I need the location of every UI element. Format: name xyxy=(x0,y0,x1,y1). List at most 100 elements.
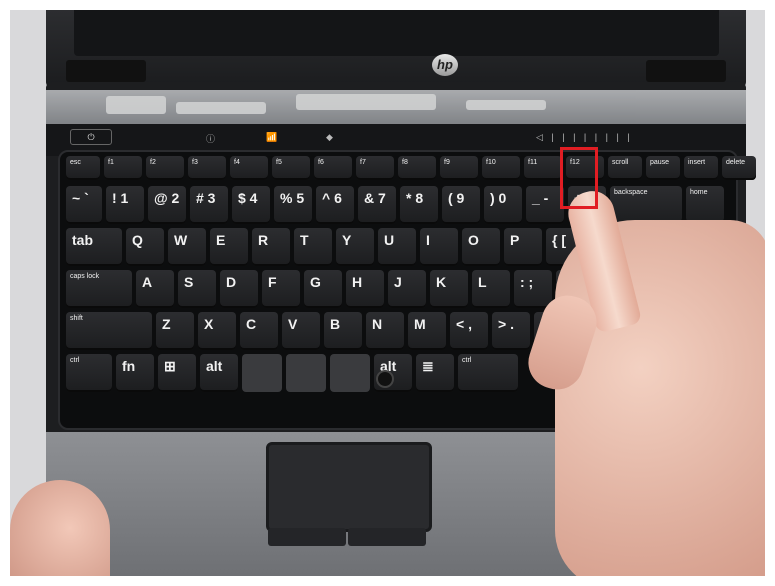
key-home[interactable]: caps lock xyxy=(66,270,132,308)
key-qwerty[interactable]: Q xyxy=(126,228,164,266)
key-label: ~ ` xyxy=(72,190,89,206)
key-bottom[interactable] xyxy=(286,354,326,392)
key-number[interactable]: ~ ` xyxy=(66,186,102,224)
key-shift[interactable]: M xyxy=(408,312,446,350)
key-bottom[interactable]: ctrl xyxy=(66,354,112,392)
key-qwerty[interactable]: E xyxy=(210,228,248,266)
key-qwerty[interactable]: T xyxy=(294,228,332,266)
right-hinge xyxy=(646,60,726,82)
key-label: L xyxy=(478,274,487,290)
key-bottom[interactable]: ⊞ xyxy=(158,354,196,392)
key-qwerty[interactable]: O xyxy=(462,228,500,266)
key-number[interactable]: # 3 xyxy=(190,186,228,224)
key-function[interactable]: delete xyxy=(722,156,756,180)
key-function[interactable]: insert xyxy=(684,156,718,180)
key-shift[interactable]: shift xyxy=(66,312,152,350)
key-label: X xyxy=(204,316,214,332)
key-label: f8 xyxy=(402,159,408,166)
touchpad[interactable] xyxy=(266,442,432,532)
key-shift[interactable]: Z xyxy=(156,312,194,350)
key-function[interactable]: f1 xyxy=(104,156,142,180)
key-shift[interactable]: X xyxy=(198,312,236,350)
key-home[interactable]: J xyxy=(388,270,426,308)
key-shift[interactable]: < , xyxy=(450,312,488,350)
tape-residue xyxy=(176,102,266,114)
key-number[interactable]: ) 0 xyxy=(484,186,522,224)
key-number[interactable]: % 5 xyxy=(274,186,312,224)
key-function[interactable]: f10 xyxy=(482,156,520,180)
key-bottom[interactable]: ctrl xyxy=(458,354,518,392)
key-qwerty[interactable]: tab xyxy=(66,228,122,266)
key-number[interactable]: ^ 6 xyxy=(316,186,354,224)
key-number[interactable]: & 7 xyxy=(358,186,396,224)
key-home[interactable]: L xyxy=(472,270,510,308)
key-function[interactable]: f5 xyxy=(272,156,310,180)
key-function[interactable]: f3 xyxy=(188,156,226,180)
key-shift[interactable]: V xyxy=(282,312,320,350)
key-bottom[interactable]: alt xyxy=(200,354,238,392)
key-qwerty[interactable]: R xyxy=(252,228,290,266)
key-home[interactable]: D xyxy=(220,270,258,308)
key-bottom[interactable]: ≣ xyxy=(416,354,454,392)
presentation-icon: ◆ xyxy=(326,132,333,142)
key-function[interactable]: f2 xyxy=(146,156,184,180)
left-click-button[interactable] xyxy=(268,528,346,546)
key-function[interactable]: f4 xyxy=(230,156,268,180)
key-home[interactable]: K xyxy=(430,270,468,308)
key-qwerty[interactable]: I xyxy=(420,228,458,266)
key-function[interactable]: f11 xyxy=(524,156,562,180)
key-function[interactable]: f8 xyxy=(398,156,436,180)
key-label: P xyxy=(510,232,520,248)
key-function[interactable]: f6 xyxy=(314,156,352,180)
key-qwerty[interactable]: P xyxy=(504,228,542,266)
key-label: # 3 xyxy=(196,190,216,206)
right-click-button[interactable] xyxy=(348,528,426,546)
key-shift[interactable]: B xyxy=(324,312,362,350)
key-function[interactable]: esc xyxy=(66,156,100,180)
key-shift[interactable]: > . xyxy=(492,312,530,350)
key-number[interactable]: home xyxy=(686,186,724,224)
key-home[interactable]: H xyxy=(346,270,384,308)
key-qwerty[interactable]: U xyxy=(378,228,416,266)
key-qwerty[interactable]: Y xyxy=(336,228,374,266)
key-label: ^ 6 xyxy=(322,190,342,206)
power-button[interactable]: ⏻ xyxy=(70,129,112,145)
key-label: W xyxy=(174,232,188,248)
key-bottom[interactable] xyxy=(242,354,282,392)
key-function[interactable]: scroll xyxy=(608,156,642,180)
key-shift[interactable]: N xyxy=(366,312,404,350)
key-function[interactable]: f9 xyxy=(440,156,478,180)
key-label: f5 xyxy=(276,159,282,166)
key-label: ⊞ xyxy=(164,358,176,374)
key-number[interactable]: backspace xyxy=(610,186,682,224)
key-number[interactable]: @ 2 xyxy=(148,186,186,224)
pointing-stick[interactable] xyxy=(376,370,394,388)
key-home[interactable]: F xyxy=(262,270,300,308)
key-number[interactable]: ( 9 xyxy=(442,186,480,224)
key-bottom[interactable]: fn xyxy=(116,354,154,392)
tape-residue xyxy=(106,96,166,114)
key-function[interactable]: f7 xyxy=(356,156,394,180)
key-number[interactable]: ! 1 xyxy=(106,186,144,224)
key-function[interactable]: pause xyxy=(646,156,680,180)
key-home[interactable]: : ; xyxy=(514,270,552,308)
key-number[interactable]: $ 4 xyxy=(232,186,270,224)
key-label: C xyxy=(246,316,257,332)
key-home[interactable]: A xyxy=(136,270,174,308)
key-bottom[interactable] xyxy=(330,354,370,392)
key-label: * 8 xyxy=(406,190,424,206)
screen-bezel xyxy=(74,10,719,56)
key-number[interactable]: _ - xyxy=(526,186,564,224)
key-home[interactable]: G xyxy=(304,270,342,308)
key-qwerty[interactable]: W xyxy=(168,228,206,266)
key-label: K xyxy=(436,274,447,290)
key-label: T xyxy=(300,232,309,248)
key-number[interactable]: * 8 xyxy=(400,186,438,224)
key-home[interactable]: S xyxy=(178,270,216,308)
key-label: f7 xyxy=(360,159,366,166)
key-shift[interactable]: C xyxy=(240,312,278,350)
key-label: f10 xyxy=(486,159,496,166)
volume-slider[interactable]: ◁ | | | | | | | | xyxy=(536,132,633,143)
laptop-lid: hp xyxy=(46,10,746,88)
tape-residue xyxy=(296,94,436,110)
